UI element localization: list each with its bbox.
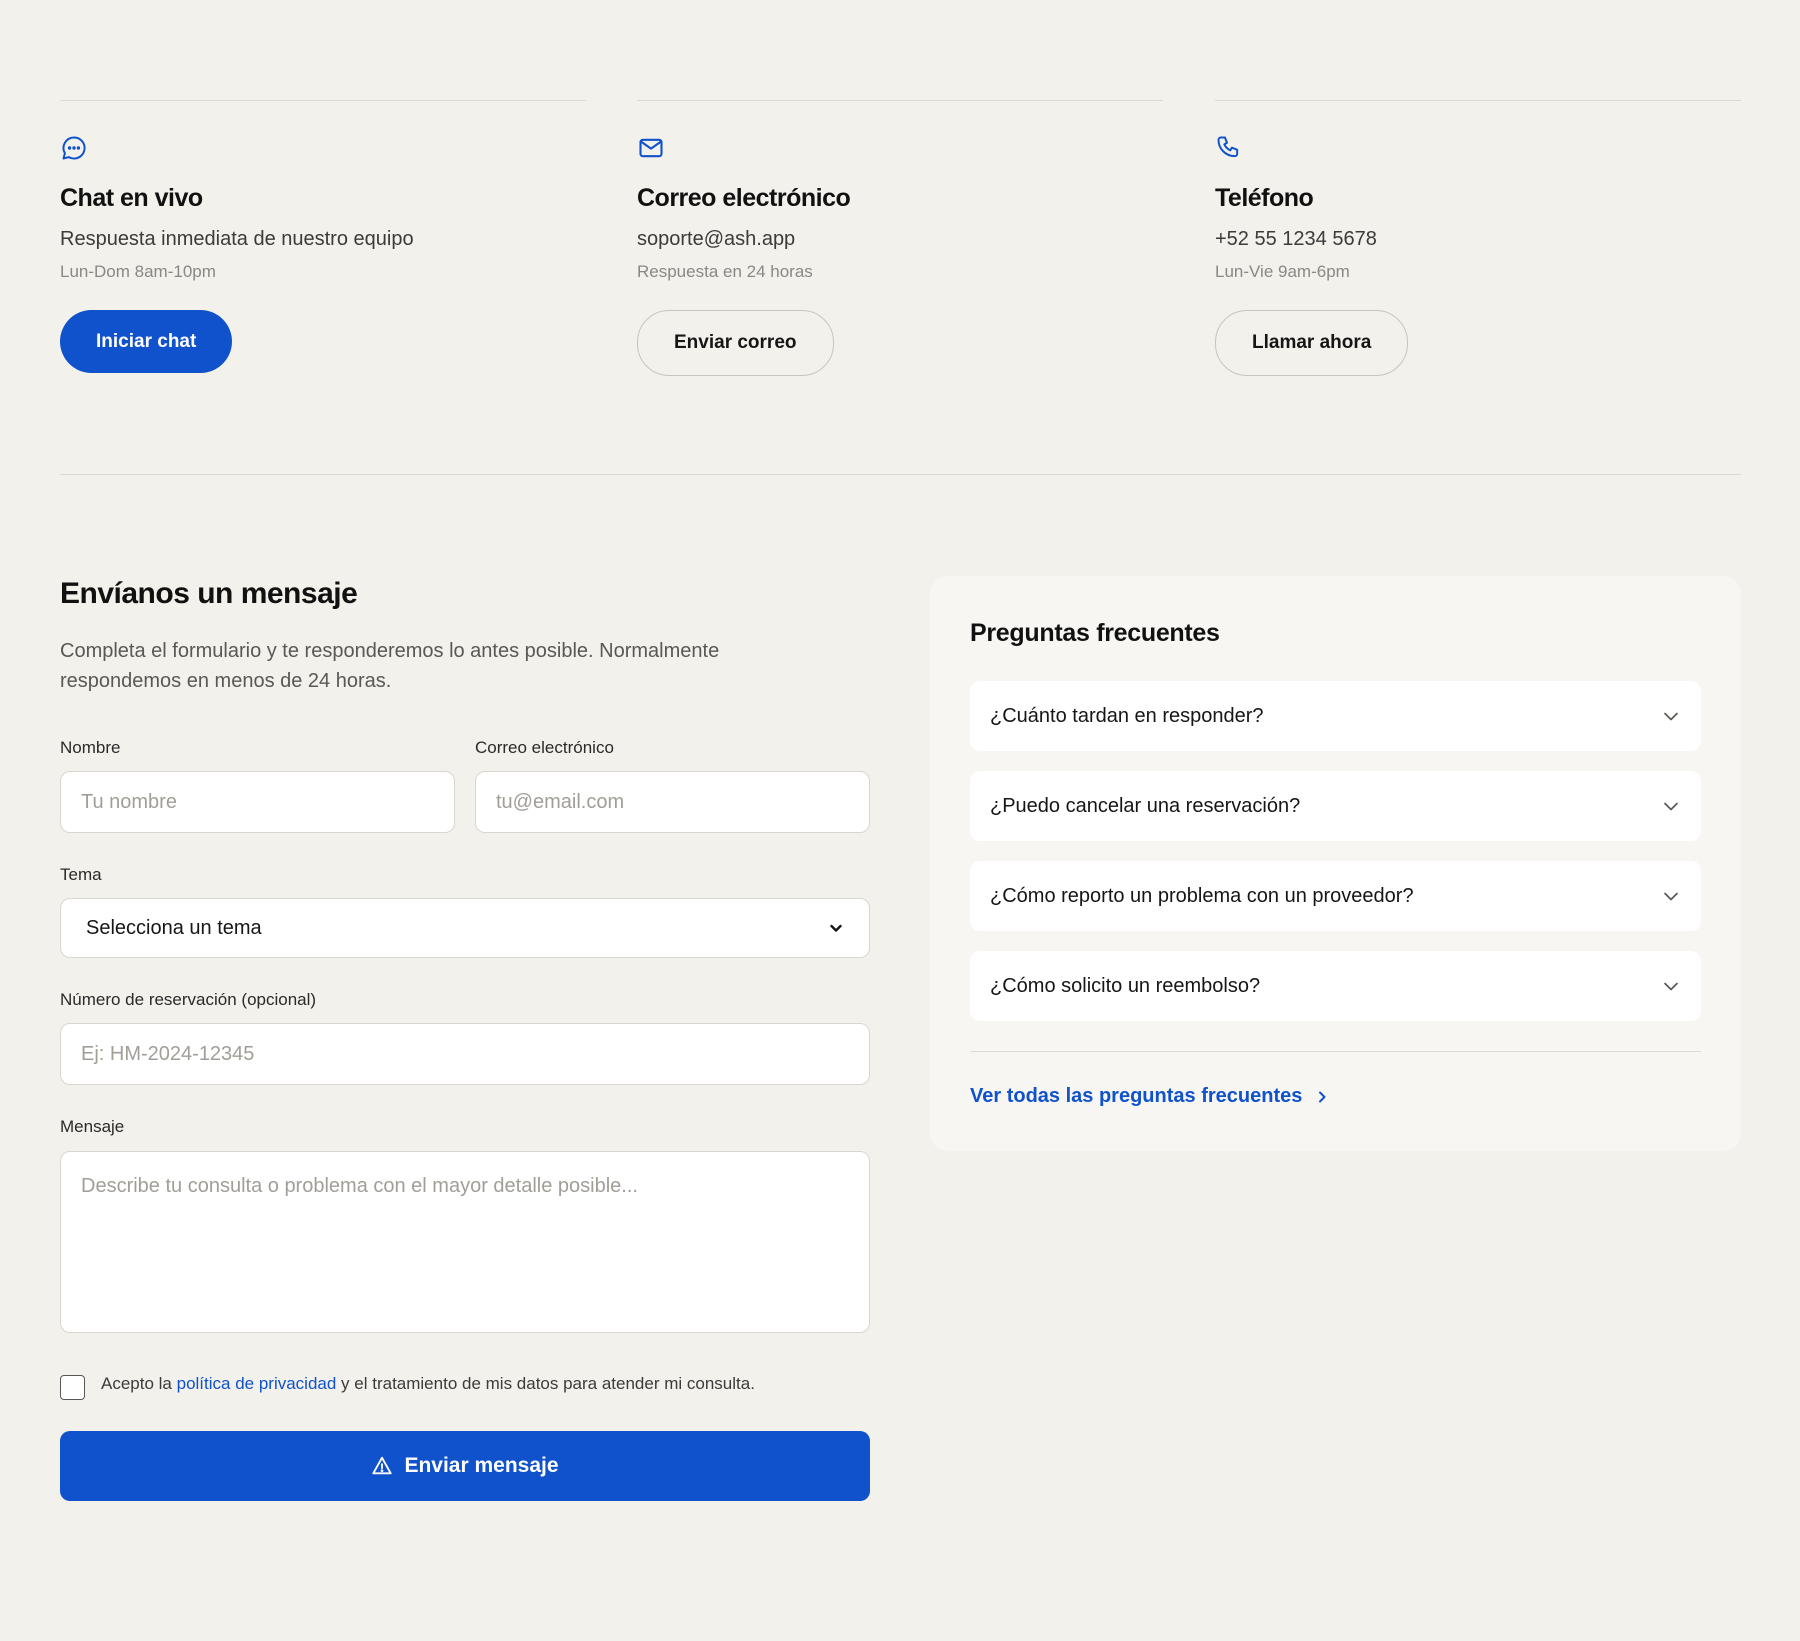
faq-panel: Preguntas frecuentes ¿Cuánto tardan en r… <box>930 576 1741 1151</box>
phone-number: +52 55 1234 5678 <box>1215 228 1377 250</box>
faq-question: ¿Cómo solicito un reembolso? <box>990 974 1261 997</box>
faq-question: ¿Cómo reporto un problema con un proveed… <box>990 884 1414 907</box>
faq-item[interactable]: ¿Cómo reporto un problema con un proveed… <box>970 861 1701 931</box>
email-input[interactable] <box>475 771 870 833</box>
faq-question: ¿Cuánto tardan en responder? <box>990 704 1264 727</box>
faq-item[interactable]: ¿Cuánto tardan en responder? <box>970 681 1701 751</box>
consent-text: Acepto la política de privacidad y el tr… <box>101 1372 755 1396</box>
faq-title: Preguntas frecuentes <box>970 619 1220 647</box>
chat-title: Chat en vivo <box>60 184 203 212</box>
form-title: Envíanos un mensaje <box>60 577 358 610</box>
reservation-label: Número de reservación (opcional) <box>60 990 317 1009</box>
privacy-consent-checkbox[interactable] <box>60 1375 85 1400</box>
topic-select[interactable]: Selecciona un tema <box>60 898 870 958</box>
warning-triangle-icon <box>371 1455 393 1477</box>
chevron-down-icon <box>1661 706 1681 726</box>
name-label: Nombre <box>60 738 121 757</box>
contact-card-phone: Teléfono +52 55 1234 5678 Lun-Vie 9am-6p… <box>1215 100 1741 376</box>
chat-description: Respuesta inmediata de nuestro equipo <box>60 228 414 250</box>
view-all-faq-label: Ver todas las preguntas frecuentes <box>970 1085 1303 1107</box>
email-address: soporte@ash.app <box>637 228 796 250</box>
view-all-faq-link[interactable]: Ver todas las preguntas frecuentes <box>970 1085 1330 1108</box>
message-label: Mensaje <box>60 1117 125 1136</box>
contact-options: Chat en vivo Respuesta inmediata de nues… <box>60 100 1741 376</box>
phone-hours: Lun-Vie 9am-6pm <box>1215 262 1350 281</box>
message-textarea[interactable] <box>60 1151 870 1333</box>
phone-icon <box>1215 134 1243 162</box>
email-label: Correo electrónico <box>475 738 614 757</box>
phone-title: Teléfono <box>1215 184 1314 212</box>
faq-divider <box>970 1051 1701 1052</box>
mail-icon <box>637 134 665 162</box>
call-now-button[interactable]: Llamar ahora <box>1215 310 1409 376</box>
contact-card-email: Correo electrónico soporte@ash.app Respu… <box>637 100 1163 376</box>
chevron-down-icon <box>1661 886 1681 906</box>
start-chat-button[interactable]: Iniciar chat <box>60 310 233 373</box>
topic-label: Tema <box>60 865 102 884</box>
reservation-number-input[interactable] <box>60 1023 870 1085</box>
faq-item[interactable]: ¿Puedo cancelar una reservación? <box>970 771 1701 841</box>
chat-hours: Lun-Dom 8am-10pm <box>60 262 216 281</box>
email-title: Correo electrónico <box>637 184 851 212</box>
send-message-label: Enviar mensaje <box>404 1454 559 1477</box>
consent-suffix: y el tratamiento de mis datos para atend… <box>336 1374 755 1393</box>
form-intro: Completa el formulario y te responderemo… <box>60 640 720 692</box>
chevron-down-icon <box>828 920 844 936</box>
faq-item[interactable]: ¿Cómo solicito un reembolso? <box>970 951 1701 1021</box>
topic-selected-value: Selecciona un tema <box>86 916 262 939</box>
chevron-down-icon <box>1661 976 1681 996</box>
email-response-time: Respuesta en 24 horas <box>637 262 813 281</box>
chevron-down-icon <box>1661 796 1681 816</box>
chat-bubble-icon <box>60 134 88 162</box>
send-message-button[interactable]: Enviar mensaje <box>60 1431 870 1501</box>
section-divider <box>60 474 1741 475</box>
privacy-consent: Acepto la política de privacidad y el tr… <box>60 1372 755 1400</box>
contact-card-chat: Chat en vivo Respuesta inmediata de nues… <box>60 100 586 375</box>
consent-prefix: Acepto la <box>101 1374 177 1393</box>
faq-question: ¿Puedo cancelar una reservación? <box>990 794 1301 817</box>
name-input[interactable] <box>60 771 455 833</box>
send-email-button[interactable]: Enviar correo <box>637 310 834 376</box>
privacy-policy-link[interactable]: política de privacidad <box>177 1374 337 1393</box>
chevron-right-icon <box>1314 1089 1330 1105</box>
